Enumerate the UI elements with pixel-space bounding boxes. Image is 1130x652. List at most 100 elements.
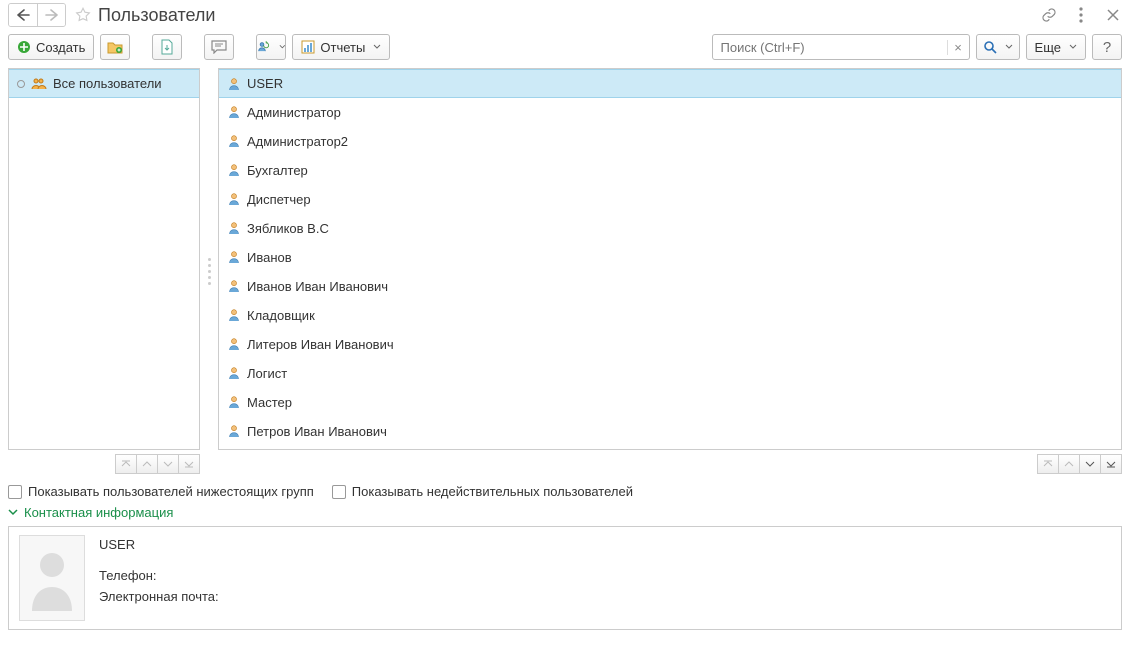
more-button-label: Еще (1035, 40, 1061, 55)
checkbox-label: Показывать недействительных пользователе… (352, 484, 633, 499)
chevron-down-icon (8, 509, 18, 517)
splitter[interactable] (206, 68, 212, 474)
open-file-button[interactable] (152, 34, 182, 60)
chevron-down-icon (373, 44, 381, 50)
back-button[interactable] (9, 4, 37, 26)
favorite-star-icon[interactable] (72, 4, 94, 26)
list-item[interactable]: Иванов (219, 243, 1121, 272)
users-list: USER Администратор Администратор2 Бухгалтер… (218, 68, 1122, 450)
list-item-label: Кладовщик (247, 308, 315, 323)
avatar-placeholder-icon (27, 543, 77, 613)
list-item[interactable]: Кладовщик (219, 301, 1121, 330)
link-icon[interactable] (1040, 6, 1058, 24)
list-item[interactable]: Бухгалтер (219, 156, 1121, 185)
scroll-bottom-button[interactable] (1100, 454, 1122, 474)
user-icon (227, 163, 241, 177)
list-item[interactable]: Диспетчер (219, 185, 1121, 214)
reports-button[interactable]: Отчеты (292, 34, 390, 60)
scroll-top-button[interactable] (115, 454, 137, 474)
page-title: Пользователи (98, 5, 1040, 26)
new-group-button[interactable] (100, 34, 130, 60)
chat-button[interactable] (204, 34, 234, 60)
scroll-up-button[interactable] (136, 454, 158, 474)
scroll-bottom-button[interactable] (178, 454, 200, 474)
user-icon (227, 192, 241, 206)
tree-root-item[interactable]: Все пользователи (9, 69, 199, 98)
scroll-down-button[interactable] (1079, 454, 1101, 474)
list-item-label: Зябликов В.С (247, 221, 329, 236)
plus-circle-icon (17, 40, 31, 54)
user-icon (227, 250, 241, 264)
contact-email-label: Электронная почта: (99, 589, 219, 604)
forward-button[interactable] (37, 4, 65, 26)
show-subgroup-users-checkbox[interactable]: Показывать пользователей нижестоящих гру… (8, 484, 314, 499)
file-arrow-icon (160, 39, 174, 55)
list-item[interactable]: USER (219, 69, 1121, 98)
list-item[interactable]: Литеров Иван Иванович (219, 330, 1121, 359)
list-item[interactable]: Зябликов В.С (219, 214, 1121, 243)
search-clear-button[interactable]: × (947, 40, 969, 55)
help-button[interactable]: ? (1092, 34, 1122, 60)
user-icon (227, 424, 241, 438)
user-icon (227, 279, 241, 293)
list-item[interactable]: Петров Иван Иванович (219, 417, 1121, 446)
list-item[interactable]: Логист (219, 359, 1121, 388)
list-item[interactable]: Мастер (219, 388, 1121, 417)
chevron-down-icon (279, 44, 286, 50)
contact-section-title: Контактная информация (24, 505, 173, 520)
scroll-up-button[interactable] (1058, 454, 1080, 474)
user-icon (227, 134, 241, 148)
user-refresh-icon (257, 39, 270, 55)
kebab-menu-icon[interactable] (1072, 6, 1090, 24)
list-item[interactable]: Иванов Иван Иванович (219, 272, 1121, 301)
user-icon (227, 366, 241, 380)
radio-marker-icon (17, 80, 25, 88)
list-item-label: Бухгалтер (247, 163, 308, 178)
chevron-down-icon (1005, 44, 1013, 50)
scroll-top-button[interactable] (1037, 454, 1059, 474)
list-item[interactable]: Администратор (219, 98, 1121, 127)
reports-button-label: Отчеты (320, 40, 365, 55)
show-invalid-users-checkbox[interactable]: Показывать недействительных пользователе… (332, 484, 633, 499)
close-icon[interactable] (1104, 6, 1122, 24)
user-icon (227, 221, 241, 235)
contact-phone-label: Телефон: (99, 568, 219, 583)
list-item-label: Мастер (247, 395, 292, 410)
list-item[interactable]: Администратор2 (219, 127, 1121, 156)
checkbox-icon (8, 485, 22, 499)
left-nav-controls (8, 454, 200, 474)
refresh-users-button[interactable] (256, 34, 286, 60)
search-icon (983, 40, 997, 54)
user-icon (227, 337, 241, 351)
tree-root-label: Все пользователи (53, 76, 162, 91)
report-icon (301, 40, 315, 54)
scroll-down-button[interactable] (157, 454, 179, 474)
list-item-label: Администратор2 (247, 134, 348, 149)
list-item-label: Иванов (247, 250, 292, 265)
user-icon (227, 395, 241, 409)
contact-section-toggle[interactable]: Контактная информация (0, 505, 1130, 526)
list-item-label: Литеров Иван Иванович (247, 337, 394, 352)
more-button[interactable]: Еще (1026, 34, 1086, 60)
chevron-down-icon (1069, 44, 1077, 50)
create-button-label: Создать (36, 40, 85, 55)
list-item-label: USER (247, 76, 283, 91)
search-go-button[interactable] (976, 34, 1020, 60)
avatar (19, 535, 85, 621)
list-item-label: Логист (247, 366, 287, 381)
help-icon: ? (1103, 39, 1111, 56)
list-item-label: Диспетчер (247, 192, 311, 207)
create-button[interactable]: Создать (8, 34, 94, 60)
contact-user-name: USER (99, 537, 219, 552)
search-input[interactable] (713, 40, 947, 55)
user-icon (227, 105, 241, 119)
groups-tree: Все пользователи (8, 68, 200, 450)
list-item-label: Администратор (247, 105, 341, 120)
checkbox-label: Показывать пользователей нижестоящих гру… (28, 484, 314, 499)
nav-buttons (8, 3, 66, 27)
list-item-label: Иванов Иван Иванович (247, 279, 388, 294)
chat-icon (211, 40, 227, 54)
arrow-right-icon (45, 9, 59, 21)
contact-info-panel: USER Телефон: Электронная почта: (8, 526, 1122, 630)
list-item-label: Петров Иван Иванович (247, 424, 387, 439)
